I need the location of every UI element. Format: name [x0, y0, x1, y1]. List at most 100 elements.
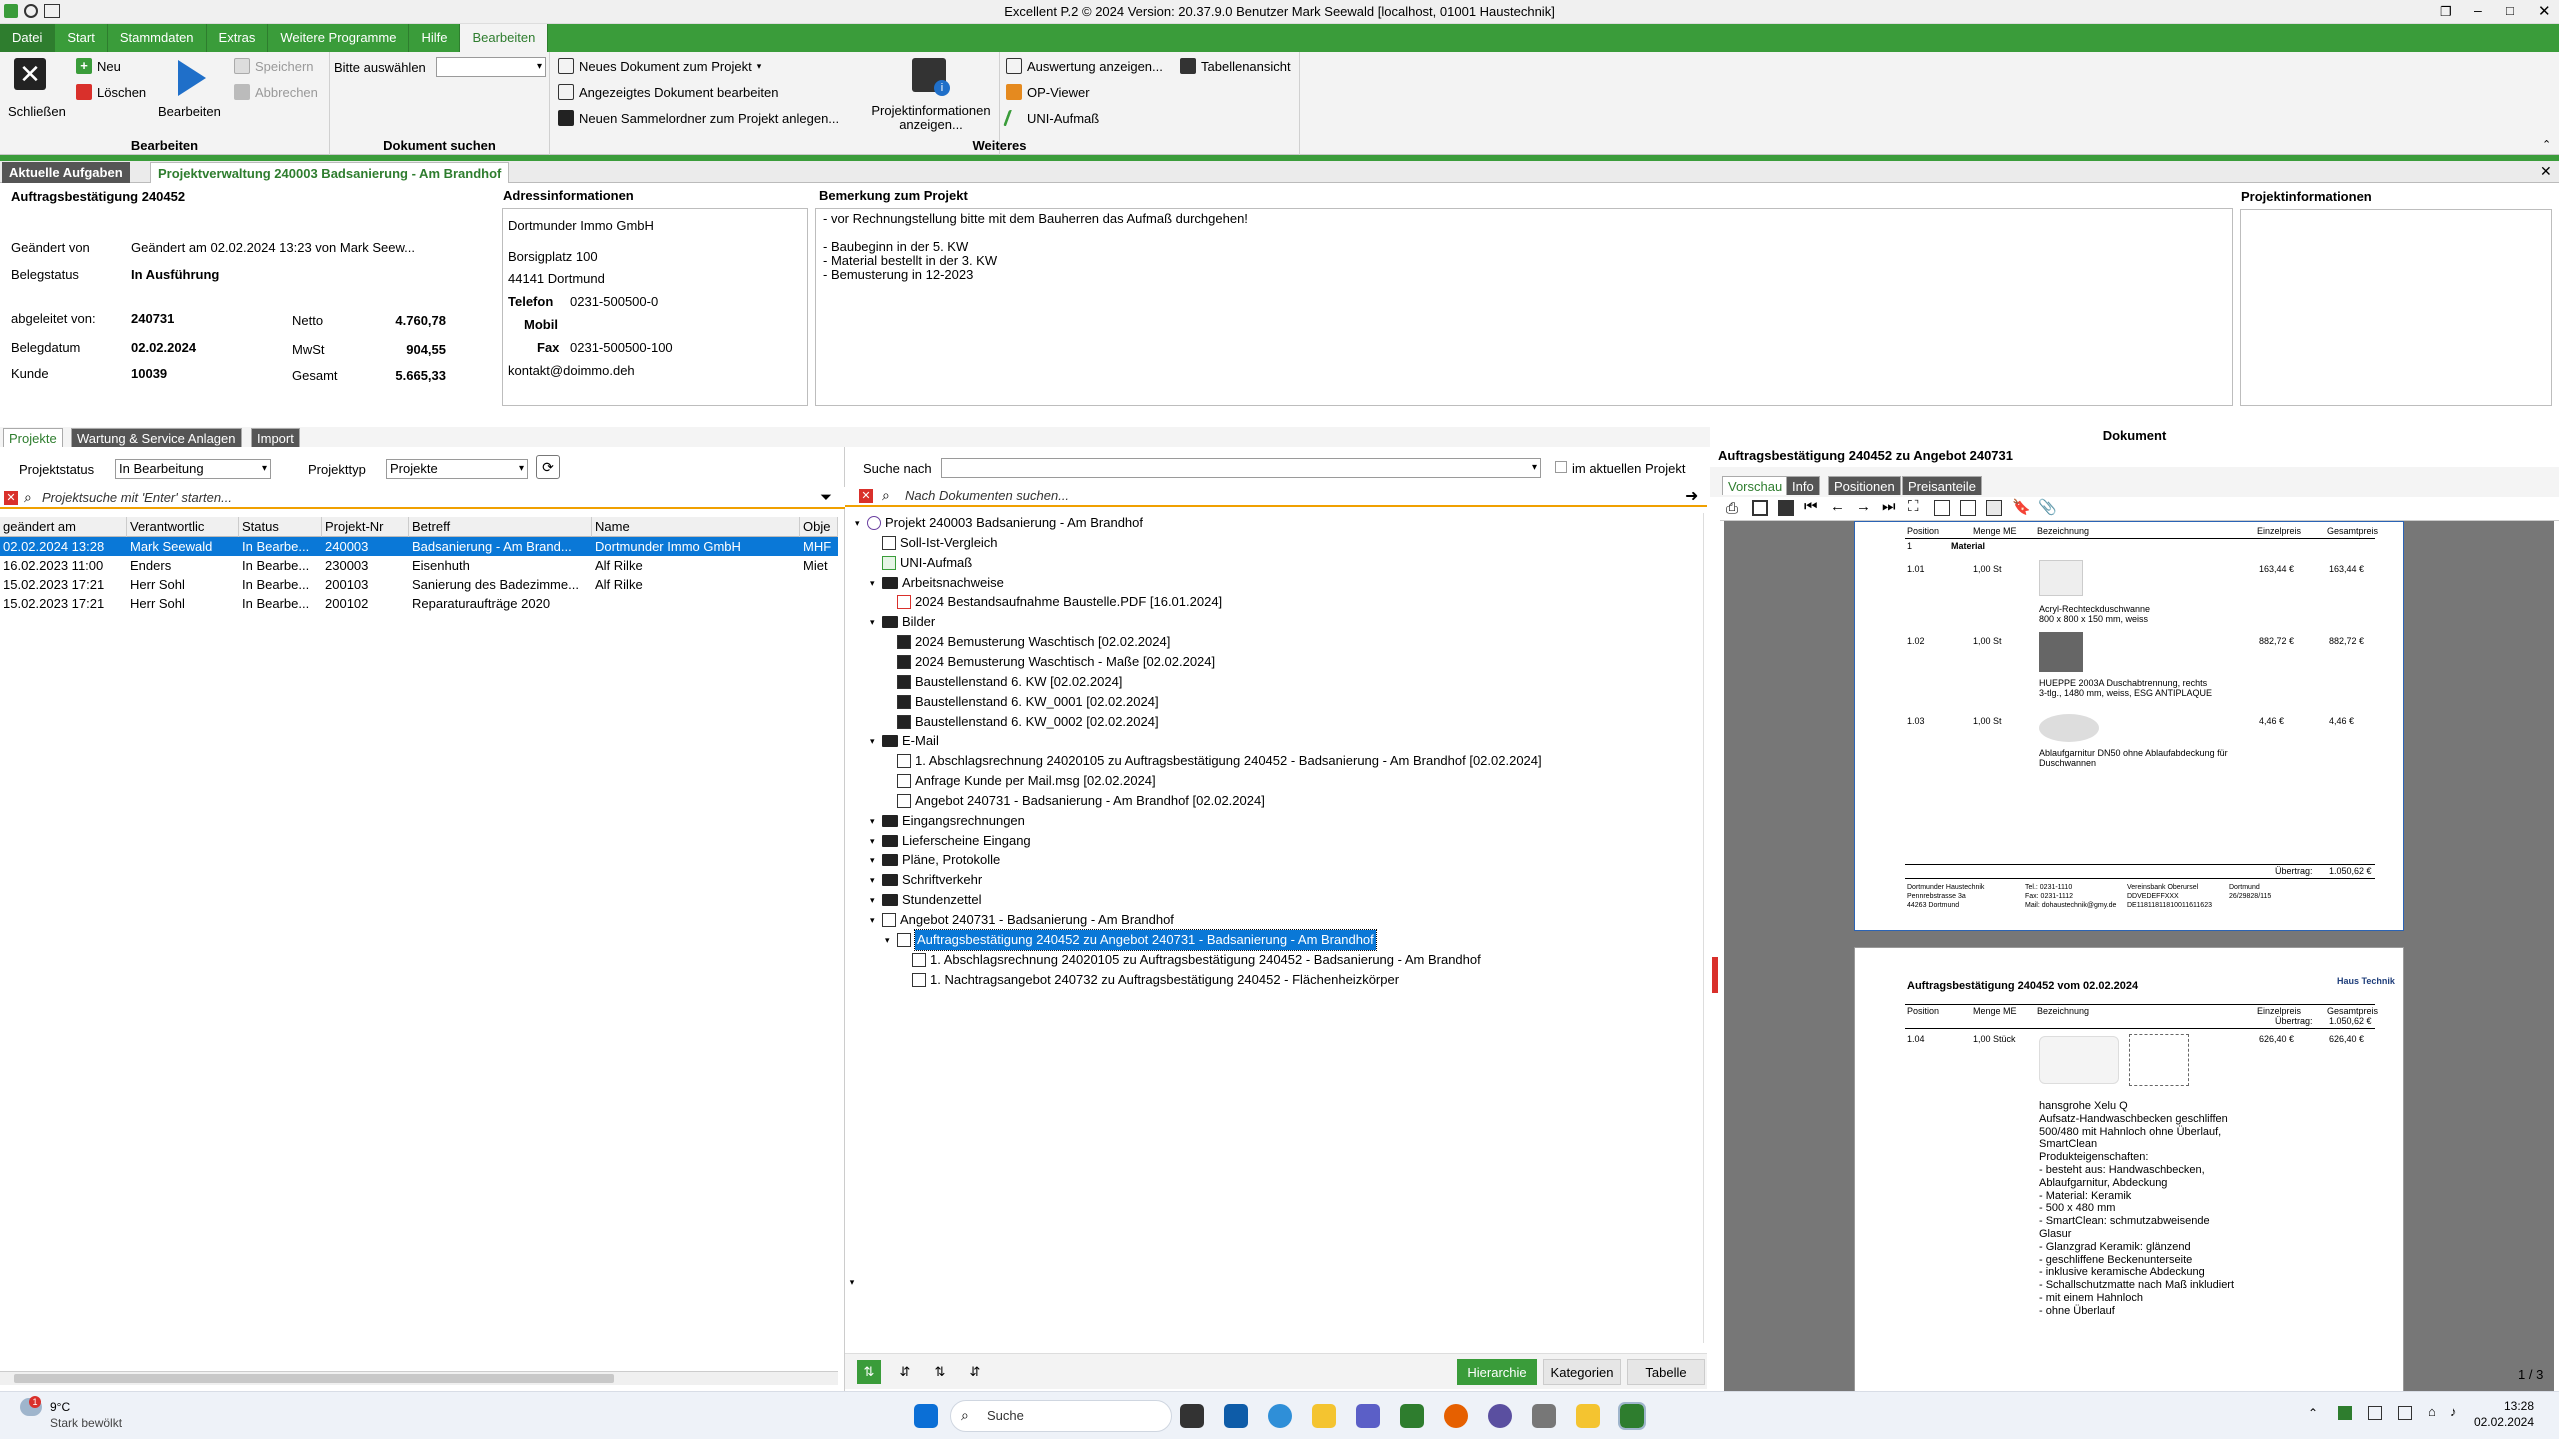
menu-hilfe[interactable]: Hilfe: [409, 24, 461, 52]
collapse-ribbon-icon[interactable]: ⌃: [2542, 138, 2551, 151]
next-page-icon[interactable]: →: [1856, 498, 1871, 515]
maximize-icon[interactable]: □: [2506, 3, 2514, 18]
tree-node[interactable]: ▾ Auftragsbestätigung 240452 zu Angebot 2…: [885, 928, 1377, 951]
outlook-icon[interactable]: [1224, 1404, 1248, 1428]
clock-time[interactable]: 13:28: [2484, 1399, 2534, 1413]
tree-node[interactable]: ▾ Pläne, Protokolle: [870, 850, 1000, 870]
zoom-page-icon[interactable]: [1960, 500, 1976, 516]
expand-icon[interactable]: ▾: [870, 831, 878, 851]
tab-wartung[interactable]: Wartung & Service Anlagen: [71, 428, 242, 447]
folder-icon[interactable]: [1576, 1404, 1600, 1428]
tray-icon[interactable]: [2398, 1406, 2412, 1420]
tab-projekte[interactable]: Projekte: [3, 428, 63, 447]
fit-page-icon[interactable]: ⛶: [1908, 498, 1919, 515]
categories-button[interactable]: Kategorien: [1543, 1359, 1621, 1385]
save-icon[interactable]: [1752, 500, 1768, 516]
show-evaluation-button[interactable]: Auswertung anzeigen...: [1006, 58, 1163, 74]
doc-search-input[interactable]: Nach Dokumenten suchen...: [905, 488, 1069, 503]
clear-doc-search-icon[interactable]: ✕: [859, 489, 873, 503]
minimize-icon[interactable]: –: [2474, 2, 2482, 18]
expand-icon[interactable]: ▾: [870, 890, 878, 910]
sort-desc-icon[interactable]: ⇵: [893, 1360, 917, 1384]
op-viewer-button[interactable]: OP-Viewer: [1006, 84, 1090, 100]
remark-box[interactable]: - vor Rechnungstellung bitte mit dem Bau…: [815, 208, 2233, 406]
tray-app-icon[interactable]: [2338, 1406, 2352, 1420]
arrow-right-icon[interactable]: ➜: [1685, 486, 1698, 506]
col-status[interactable]: Status: [239, 517, 322, 537]
clock-date[interactable]: 02.02.2024: [2466, 1415, 2534, 1429]
tree-node[interactable]: ▾ Arbeitsnachweise: [870, 573, 1004, 593]
file-explorer-icon[interactable]: [1312, 1404, 1336, 1428]
expand-icon[interactable]: ▾: [855, 513, 863, 533]
col-project-no[interactable]: Projekt-Nr: [322, 517, 409, 537]
project-info-button[interactable]: Projektinformationen anzeigen...: [868, 104, 994, 132]
tree-node[interactable]: 2024 Bemusterung Waschtisch - Maße [02.0…: [885, 652, 1215, 672]
tab-project[interactable]: Projektverwaltung 240003 Badsanierung - …: [150, 162, 510, 183]
windows-start-icon[interactable]: [914, 1404, 938, 1428]
horizontal-scrollbar[interactable]: [0, 1371, 838, 1385]
restore-icon[interactable]: ❐: [2440, 4, 2452, 20]
tree-node[interactable]: ▾ Schriftverkehr: [870, 870, 982, 890]
delete-button[interactable]: Löschen: [76, 84, 146, 100]
sort-asc-icon[interactable]: ⇅: [857, 1360, 881, 1384]
tab-positions[interactable]: Positionen: [1828, 476, 1901, 495]
doc-search-select[interactable]: [941, 458, 1541, 478]
tree-node[interactable]: Angebot 240731 - Badsanierung - Am Brand…: [885, 791, 1265, 811]
expand-icon[interactable]: ▾: [870, 870, 878, 890]
expand-icon[interactable]: ▾: [885, 930, 893, 950]
excellent-app-icon[interactable]: [1400, 1404, 1424, 1428]
document-select[interactable]: [436, 57, 546, 77]
tray-chevron-icon[interactable]: ⌃: [2308, 1406, 2318, 1420]
first-page-icon[interactable]: ⏮: [1804, 498, 1818, 515]
expand-icon[interactable]: ▾: [870, 731, 878, 751]
table-view-button[interactable]: Tabellenansicht: [1180, 58, 1291, 74]
table-button[interactable]: Tabelle: [1627, 1359, 1705, 1385]
menu-extras[interactable]: Extras: [207, 24, 269, 52]
new-button[interactable]: + Neu: [76, 58, 121, 74]
last-page-icon[interactable]: ⏭: [1882, 498, 1896, 515]
project-search-input[interactable]: Projektsuche mit 'Enter' starten...: [42, 490, 232, 505]
weather-temp[interactable]: 9°C: [50, 1400, 70, 1414]
menu-start[interactable]: Start: [55, 24, 108, 52]
tree-node[interactable]: 1. Abschlagsrechnung 24020105 zu Auftrag…: [885, 751, 1542, 771]
table-row[interactable]: 15.02.2023 17:21 Herr Sohl In Bearbe... 200…: [0, 594, 838, 613]
new-folder-button[interactable]: Neuen Sammelordner zum Projekt anlegen..…: [558, 110, 839, 126]
attachment-icon[interactable]: 📎: [2038, 498, 2057, 516]
tab-preview[interactable]: Vorschau: [1722, 476, 1789, 495]
prev-page-icon[interactable]: ←: [1830, 498, 1845, 515]
sort-num-icon[interactable]: ⇵: [963, 1360, 987, 1384]
mail-icon[interactable]: [1778, 500, 1794, 516]
expand-icon[interactable]: ▾: [870, 910, 878, 930]
tab-current-tasks[interactable]: Aktuelle Aufgaben: [2, 162, 130, 183]
splitter-handle[interactable]: [1712, 957, 1718, 993]
uni-aufmass-button[interactable]: UNI-Aufmaß: [1003, 110, 1099, 126]
teams-icon[interactable]: [1356, 1404, 1380, 1428]
tab-import[interactable]: Import: [251, 428, 300, 447]
filter-icon[interactable]: ⏷: [820, 489, 832, 506]
col-subject[interactable]: Betreff: [409, 517, 592, 537]
firefox-icon[interactable]: [1444, 1404, 1468, 1428]
task-view-icon[interactable]: [1180, 1404, 1204, 1428]
close-window-icon[interactable]: ✕: [2538, 2, 2551, 20]
tree-node[interactable]: ▾ Projekt 240003 Badsanierung - Am Brandh…: [855, 513, 1143, 533]
refresh-icon[interactable]: ⟳: [536, 455, 560, 479]
volume-icon[interactable]: ♪: [2450, 1404, 2457, 1419]
tree-node[interactable]: Baustellenstand 6. KW_0002 [02.02.2024]: [885, 712, 1159, 732]
tree-node[interactable]: ▾ Bilder: [870, 612, 935, 632]
new-document-button[interactable]: Neues Dokument zum Projekt ▾: [558, 58, 761, 74]
menu-datei[interactable]: Datei: [0, 24, 56, 52]
col-responsible[interactable]: Verantwortlic: [127, 517, 239, 537]
menu-weitere-programme[interactable]: Weitere Programme: [268, 24, 410, 52]
app-icon[interactable]: [1532, 1404, 1556, 1428]
tree-node[interactable]: ▾ Angebot 240731 - Badsanierung - Am Bran…: [870, 910, 1174, 930]
tree-node[interactable]: Soll-Ist-Vergleich: [870, 533, 998, 553]
tree-node[interactable]: Baustellenstand 6. KW [02.02.2024]: [885, 672, 1122, 692]
hierarchy-button[interactable]: Hierarchie: [1457, 1359, 1537, 1385]
expand-icon[interactable]: ▾: [870, 811, 878, 831]
email-value[interactable]: kontakt@doimmo.deh: [508, 363, 635, 378]
menu-stammdaten[interactable]: Stammdaten: [108, 24, 207, 52]
network-icon[interactable]: ⌂: [2428, 1404, 2436, 1419]
bookmark-icon[interactable]: 🔖: [2012, 498, 2031, 516]
tab-info[interactable]: Info: [1786, 476, 1820, 495]
taskbar-search[interactable]: ⌕ Suche: [950, 1400, 1172, 1432]
